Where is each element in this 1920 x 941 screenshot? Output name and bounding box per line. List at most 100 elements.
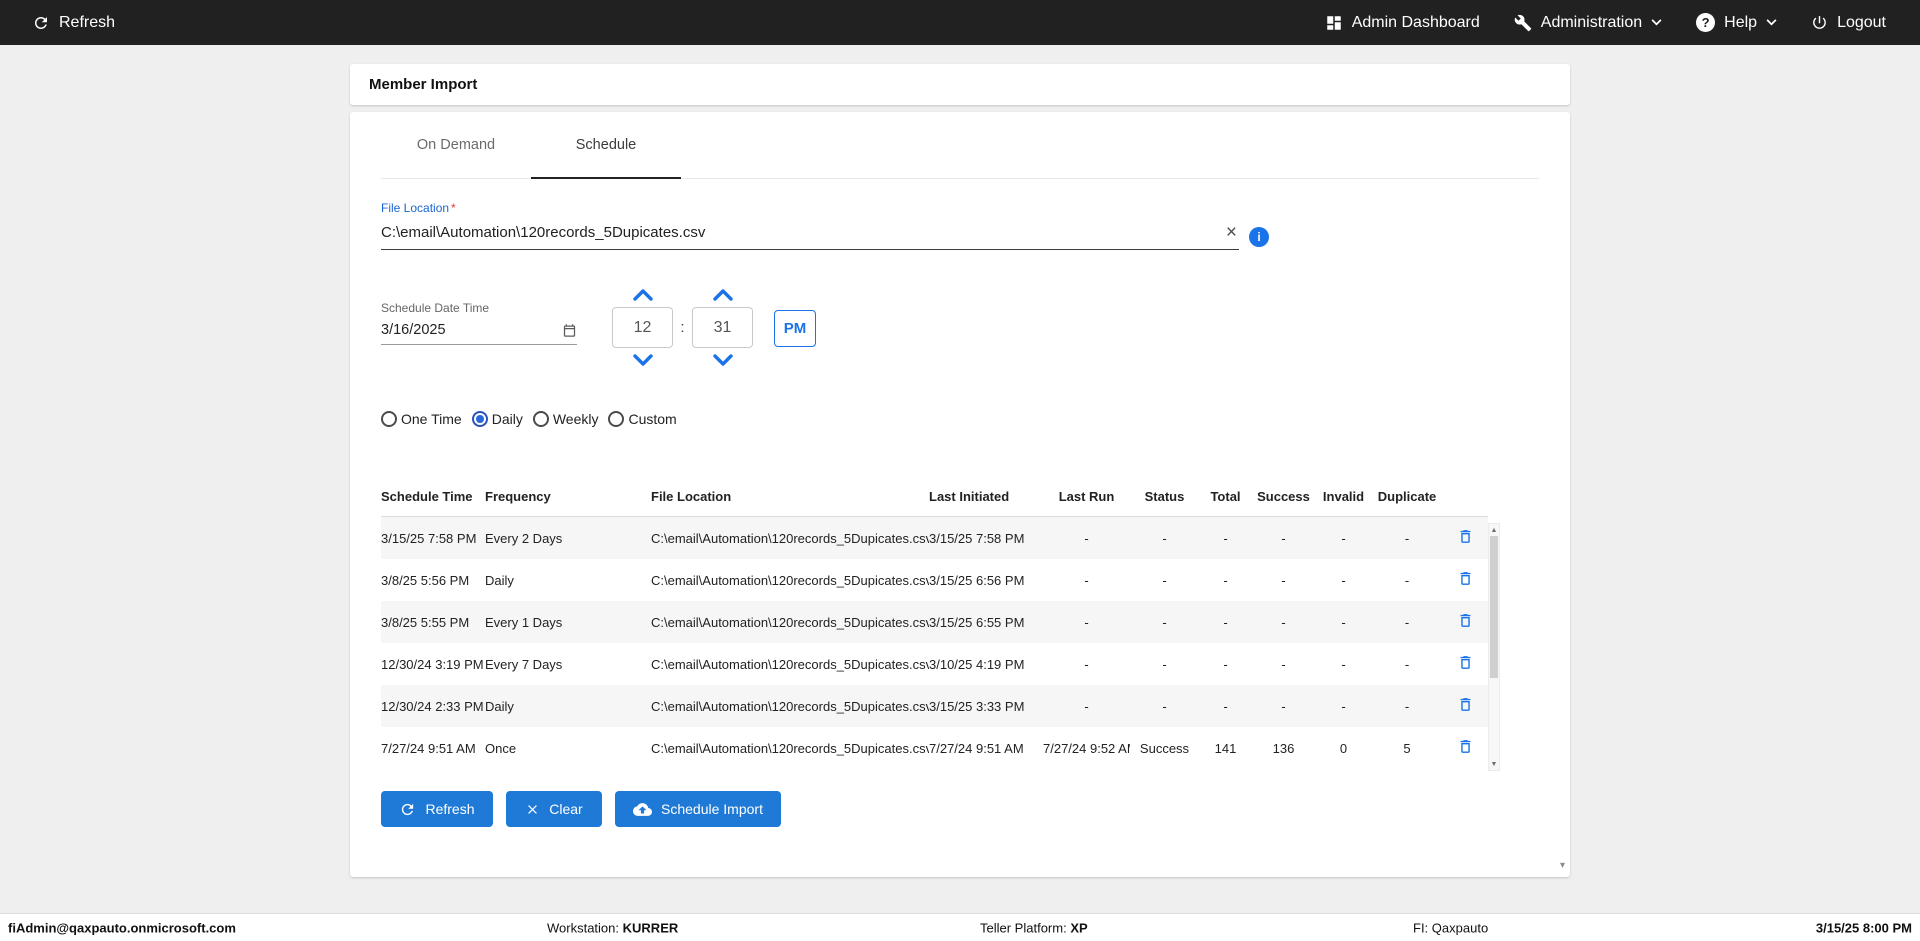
cell-delete bbox=[1442, 559, 1488, 601]
radio-circle-icon bbox=[381, 411, 397, 427]
cell-delete bbox=[1442, 517, 1488, 560]
table-row: 12/30/24 2:33 PM Daily C:\email\Automati… bbox=[381, 685, 1488, 727]
admin-dashboard-nav[interactable]: Admin Dashboard bbox=[1325, 14, 1480, 32]
admin-dashboard-label: Admin Dashboard bbox=[1351, 13, 1480, 31]
radio-custom[interactable]: Custom bbox=[608, 411, 677, 427]
trash-icon bbox=[1460, 740, 1470, 753]
cell-status: - bbox=[1162, 530, 1167, 546]
file-location-input[interactable]: C:\email\Automation\120records_5Dupicate… bbox=[381, 217, 1239, 250]
delete-row-button[interactable] bbox=[1455, 652, 1476, 676]
col-invalid: Invalid bbox=[1315, 489, 1372, 517]
cell-total: - bbox=[1223, 656, 1228, 672]
cell-success: - bbox=[1281, 656, 1286, 672]
cell-schedule-time: 7/27/24 9:51 AM bbox=[381, 740, 476, 756]
schedule-import-button[interactable]: Schedule Import bbox=[615, 791, 781, 827]
scroll-up-arrow[interactable]: ▲ bbox=[1489, 524, 1499, 536]
cell-status: - bbox=[1162, 698, 1167, 714]
tab-on-demand[interactable]: On Demand bbox=[381, 112, 531, 178]
cell-status: - bbox=[1162, 614, 1167, 630]
file-location-field: File Location * C:\email\Automation\120re… bbox=[381, 199, 1539, 250]
close-icon bbox=[528, 804, 538, 814]
dashboard-icon bbox=[1326, 15, 1341, 30]
schedule-table-body: 3/15/25 7:58 PM Every 2 Days C:\email\Au… bbox=[381, 516, 1488, 770]
cell-last-run: - bbox=[1084, 530, 1089, 546]
delete-row-button[interactable] bbox=[1455, 610, 1476, 634]
page-title-card: Member Import bbox=[350, 64, 1570, 105]
col-last-initiated: Last Initiated bbox=[929, 489, 1043, 517]
minute-decrement-button[interactable] bbox=[712, 351, 733, 369]
cell-schedule-time: 3/8/25 5:56 PM bbox=[381, 572, 470, 588]
chevron-up-icon bbox=[632, 289, 653, 301]
cell-schedule-time: 12/30/24 3:19 PM bbox=[381, 656, 484, 672]
radio-weekly[interactable]: Weekly bbox=[532, 411, 598, 427]
cell-invalid: - bbox=[1341, 572, 1346, 588]
hour-input[interactable]: 12 bbox=[612, 307, 673, 348]
clear-button[interactable]: Clear bbox=[506, 791, 602, 827]
cell-delete bbox=[1442, 685, 1488, 727]
tab-schedule[interactable]: Schedule bbox=[531, 112, 681, 179]
cell-schedule-time: 3/8/25 5:55 PM bbox=[381, 614, 470, 630]
refresh-nav-label: Refresh bbox=[59, 13, 116, 31]
hour-spinner: 12 bbox=[612, 286, 673, 369]
schedule-date-input[interactable]: 3/16/2025 bbox=[381, 317, 577, 345]
action-buttons: Refresh Clear Schedule Import bbox=[381, 791, 1539, 827]
card-scrollbar-down-arrow[interactable]: ▾ bbox=[1560, 860, 1565, 871]
chevron-down-icon bbox=[712, 354, 733, 366]
logout-label: Logout bbox=[1837, 13, 1886, 31]
cell-file-location: C:\email\Automation\120records_5Dupicate… bbox=[651, 530, 929, 546]
scrollbar-thumb[interactable] bbox=[1490, 536, 1498, 678]
page-container: Member Import On Demand Schedule File Lo… bbox=[350, 64, 1570, 877]
administration-menu[interactable]: Administration bbox=[1514, 14, 1662, 32]
cell-last-run: - bbox=[1084, 614, 1089, 630]
radio-circle-icon bbox=[608, 411, 625, 427]
cell-status: Success bbox=[1139, 740, 1190, 756]
cell-invalid: - bbox=[1341, 698, 1346, 714]
radio-daily[interactable]: Daily bbox=[471, 411, 523, 427]
required-marker: * bbox=[451, 201, 456, 215]
refresh-nav[interactable]: Refresh bbox=[32, 14, 115, 32]
refresh-icon bbox=[402, 803, 414, 815]
hour-increment-button[interactable] bbox=[632, 286, 653, 304]
trash-icon bbox=[1460, 530, 1470, 543]
calendar-icon[interactable] bbox=[562, 323, 577, 338]
footer-teller-platform: Teller Platform: XP bbox=[980, 920, 1088, 935]
cell-schedule-time: 3/15/25 7:58 PM bbox=[381, 530, 477, 546]
delete-row-button[interactable] bbox=[1455, 736, 1476, 760]
cell-frequency: Daily bbox=[485, 572, 514, 588]
logout-button[interactable]: Logout bbox=[1811, 14, 1886, 32]
table-row: 3/15/25 7:58 PM Every 2 Days C:\email\Au… bbox=[381, 516, 1488, 560]
cell-success: - bbox=[1281, 614, 1286, 630]
schedule-table: Schedule Time Frequency File Location La… bbox=[381, 489, 1500, 771]
help-menu[interactable]: ? Help bbox=[1696, 13, 1777, 32]
radio-circle-icon bbox=[471, 411, 488, 427]
schedule-datetime-row: Schedule Date Time 3/16/2025 12 : 31 PM bbox=[381, 286, 1539, 369]
cell-success: - bbox=[1281, 530, 1286, 546]
cell-success: - bbox=[1281, 698, 1286, 714]
scroll-down-arrow[interactable]: ▼ bbox=[1489, 758, 1499, 770]
meridiem-toggle[interactable]: PM bbox=[774, 310, 816, 347]
cell-last-initiated: 7/27/24 9:51 AM bbox=[929, 740, 1024, 756]
help-label: Help bbox=[1724, 13, 1758, 31]
refresh-button[interactable]: Refresh bbox=[381, 791, 493, 827]
col-status: Status bbox=[1130, 489, 1199, 517]
radio-one-time[interactable]: One Time bbox=[381, 411, 462, 427]
cell-total: - bbox=[1223, 572, 1228, 588]
minute-input[interactable]: 31 bbox=[692, 307, 753, 348]
hour-decrement-button[interactable] bbox=[632, 351, 653, 369]
cell-total: - bbox=[1223, 698, 1228, 714]
delete-row-button[interactable] bbox=[1455, 568, 1476, 592]
col-schedule-time: Schedule Time bbox=[381, 489, 485, 517]
info-icon[interactable]: i bbox=[1249, 226, 1269, 247]
col-duplicate: Duplicate bbox=[1372, 489, 1442, 517]
help-icon: ? bbox=[1696, 13, 1716, 32]
cell-success: 136 bbox=[1272, 740, 1295, 756]
footer-fi: FI: Qaxpauto bbox=[1413, 920, 1489, 935]
trash-icon bbox=[1460, 698, 1470, 711]
table-scrollbar[interactable]: ▲ ▼ bbox=[1488, 523, 1500, 771]
clear-input-icon[interactable]: × bbox=[1226, 223, 1239, 242]
cell-total: - bbox=[1223, 614, 1228, 630]
minute-increment-button[interactable] bbox=[712, 286, 733, 304]
delete-row-button[interactable] bbox=[1455, 694, 1476, 718]
delete-row-button[interactable] bbox=[1455, 526, 1476, 550]
trash-icon bbox=[1460, 614, 1470, 627]
